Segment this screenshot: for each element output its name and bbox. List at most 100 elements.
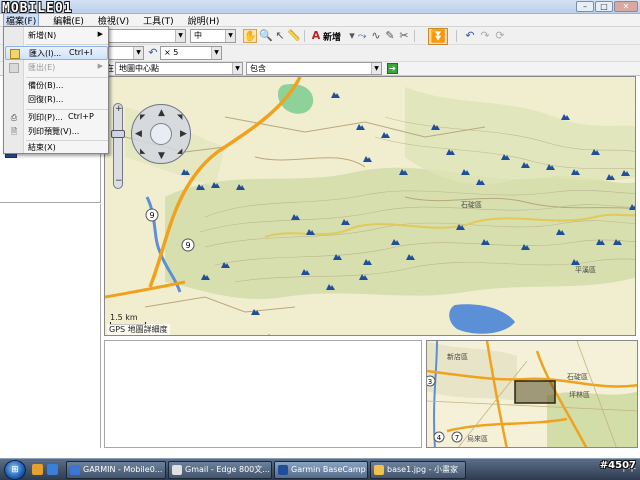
taskbar-item-label: Garmin BaseCamp — [291, 465, 366, 474]
zoom-slider-handle[interactable] — [111, 130, 125, 138]
pan-upright-icon[interactable]: ◥ — [177, 113, 182, 121]
pan-up-icon[interactable]: ▲ — [158, 108, 165, 118]
measure-tool[interactable]: 📏 — [287, 29, 301, 43]
rotate-button[interactable]: ↶ — [146, 46, 160, 60]
windows-taskbar: ⊞ GARMIN - Mobile0... Gmail - Edge 800文.… — [0, 458, 640, 480]
chevron-down-icon: ▼ — [225, 30, 235, 42]
taskbar-item[interactable]: GARMIN - Mobile0... — [66, 461, 166, 479]
menu-separator — [26, 77, 108, 78]
new-waypoint-tool[interactable]: A — [309, 29, 323, 43]
search-match-combo[interactable]: 包含 ▼ — [246, 62, 382, 75]
device-combo[interactable]: ▼ — [104, 29, 186, 43]
explorer-quicklaunch-icon[interactable] — [32, 464, 43, 475]
peak-icon[interactable] — [356, 124, 365, 130]
pan-down-icon[interactable]: ▼ — [158, 151, 165, 161]
peak-icon[interactable] — [251, 309, 260, 315]
search-location-combo[interactable]: 地圖中心點 ▼ — [115, 62, 243, 75]
menu-item-label: 新增(N) — [28, 31, 57, 40]
zoom-tool[interactable]: 🔍 — [259, 29, 273, 43]
zoom-out-icon[interactable]: − — [115, 176, 123, 186]
menu-item-backup[interactable]: 備份(B)... — [5, 79, 108, 93]
pan-downright-icon[interactable]: ◢ — [177, 147, 182, 155]
overview-road-badge: 7 — [455, 434, 459, 442]
road-badge-label: 9 — [185, 241, 190, 250]
peak-icon[interactable] — [381, 132, 390, 138]
menu-item-shortcut: Ctrl+I — [69, 48, 93, 57]
highway-road — [105, 280, 186, 299]
pan-upleft-icon[interactable]: ◤ — [140, 113, 145, 121]
details-pane[interactable] — [104, 340, 422, 448]
pencil-tool[interactable]: ✎ — [383, 29, 397, 43]
overview-map[interactable]: 石碇區 坪林區 新店區 烏來區 4 7 3 — [426, 340, 638, 448]
overview-place-label: 新店區 — [447, 352, 468, 361]
menu-item-restore[interactable]: 回復(R)... — [5, 93, 108, 107]
search-location-value: 地圖中心點 — [119, 64, 159, 73]
scissors-tool[interactable]: ✂ — [397, 29, 411, 43]
peak-icon[interactable] — [561, 114, 570, 120]
toolbar-separator — [414, 30, 415, 42]
map-detail-combo[interactable]: 中 ▼ — [190, 29, 236, 43]
undo-button[interactable]: ↶ — [463, 29, 477, 43]
pan-right-icon[interactable]: ▶ — [180, 129, 187, 139]
menu-item-label: 列印(P)... — [28, 113, 63, 122]
multiplier-value: × 5 — [164, 48, 179, 57]
new-point-icon: A — [311, 29, 321, 42]
new-label[interactable]: 新增 — [323, 30, 341, 43]
peak-icon[interactable] — [331, 92, 340, 98]
profile-combo[interactable]: ▼ — [104, 46, 144, 60]
menu-separator — [26, 109, 108, 110]
taskbar-item[interactable]: Gmail - Edge 800文... — [168, 461, 272, 479]
overview-viewport-box[interactable] — [514, 380, 556, 404]
chevron-down-icon: ▾ — [349, 29, 355, 42]
taskbar-item-active[interactable]: Garmin BaseCamp — [274, 461, 368, 479]
toolbar-separator — [304, 30, 305, 42]
menu-view[interactable]: 檢視(V) — [98, 14, 129, 27]
menu-item-new[interactable]: 新增(N) ▶ — [5, 29, 108, 43]
menu-item-exit[interactable]: 結束(X) — [5, 141, 108, 155]
refresh-button[interactable]: ⟳ — [493, 29, 507, 43]
pan-downleft-icon[interactable]: ◣ — [140, 147, 145, 155]
chrome-icon — [172, 465, 182, 475]
menu-tools[interactable]: 工具(T) — [143, 14, 174, 27]
print-preview-icon: 🗎 — [10, 127, 18, 136]
select-tool[interactable]: ↖ — [273, 29, 287, 43]
submenu-arrow-icon: ▶ — [97, 30, 103, 38]
peak-icon[interactable] — [363, 156, 372, 162]
map-detail-value: 中 — [194, 31, 202, 40]
redo-button[interactable]: ↷ — [478, 29, 492, 43]
pan-left-icon[interactable]: ◀ — [135, 129, 142, 139]
close-button[interactable]: ✕ — [614, 1, 638, 12]
paint-icon — [374, 465, 384, 475]
menu-item-export[interactable]: 匯出(E) ▶ — [5, 61, 108, 75]
menu-item-print[interactable]: ⎙ 列印(P)... Ctrl+P — [5, 111, 108, 125]
menu-item-import[interactable]: 匯入(I)... Ctrl+I — [5, 46, 108, 60]
minimize-button[interactable]: – — [576, 1, 594, 12]
multiplier-combo[interactable]: × 5 ▼ — [160, 46, 222, 60]
forest-area — [165, 167, 635, 300]
taskbar-item[interactable]: base1.jpg - 小畫家 — [370, 461, 466, 479]
route-tool[interactable]: ⤳ — [355, 29, 369, 43]
menu-help[interactable]: 說明(H) — [188, 14, 220, 27]
pan-navigator[interactable]: ▲ ▼ ◀ ▶ ◤ ◥ ◣ ◢ — [131, 104, 191, 164]
send-to-device-button[interactable]: ⏬ — [428, 28, 448, 45]
place-label: 石碇區 — [461, 200, 482, 209]
search-go-button[interactable]: ➔ — [387, 63, 398, 74]
road-badge: 9 — [181, 238, 195, 252]
overview-map-graphic: 石碇區 坪林區 新店區 烏來區 4 7 3 — [427, 341, 637, 447]
track-tool[interactable]: ∿ — [369, 29, 383, 43]
overview-place-label: 石碇區 — [567, 372, 588, 381]
pan-center-button[interactable] — [150, 123, 172, 145]
overview-place-label: 坪林區 — [569, 390, 590, 399]
peak-icon[interactable] — [266, 334, 275, 336]
taskbar-item-label: Gmail - Edge 800文... — [185, 465, 270, 474]
menu-item-print-preview[interactable]: 🗎 列印預覽(V)... — [5, 125, 108, 139]
start-button[interactable]: ⊞ — [4, 460, 26, 480]
zoom-in-icon[interactable]: + — [115, 104, 123, 114]
pan-hand-tool[interactable]: ✋ — [243, 29, 257, 43]
maximize-button[interactable]: □ — [595, 1, 613, 12]
ie-quicklaunch-icon[interactable] — [47, 464, 58, 475]
menu-separator — [26, 44, 108, 45]
hand-icon: ✋ — [244, 31, 257, 42]
collection-pane[interactable] — [0, 204, 101, 448]
forest-area — [405, 87, 635, 185]
